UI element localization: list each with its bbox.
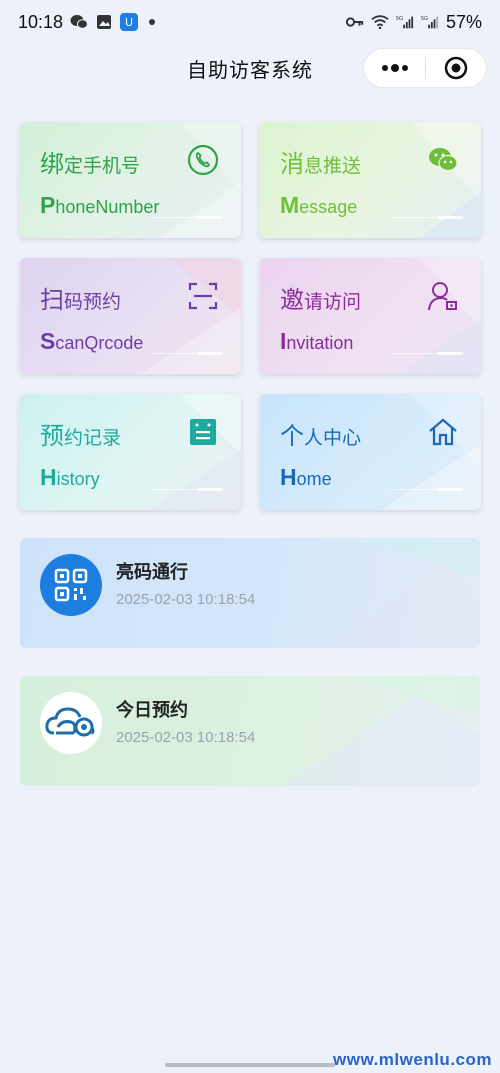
tile-title-cn: 邀请访问 [280,286,362,314]
card-timestamp: 2025-02-03 10:18:54 [116,591,256,608]
tile-decoration [410,122,481,238]
card-timestamp: 2025-02-03 10:18:54 [116,729,256,746]
tile-booking-history[interactable]: 预约记录 History [20,394,241,510]
miniprogram-capsule [363,48,487,88]
list-icon [190,419,216,445]
tile-bar [197,352,223,355]
tile-title-en: Home [280,464,332,490]
status-time: 10:18 [18,11,64,32]
tile-invitation[interactable]: 邀请访问 Invitation [260,258,481,374]
svg-text:5G: 5G [396,16,403,22]
tile-bar [437,216,463,219]
nav-bar: 自助访客系统 [0,44,500,90]
card-title: 亮码通行 [116,562,188,583]
notification-dot [149,19,156,25]
wechat-icon [429,148,458,172]
tile-bar [437,352,463,355]
status-bar: 10:18 U 5G 5G 57% [0,0,500,44]
target-close-icon [444,56,468,80]
more-dots-icon [381,64,408,72]
qrcode-avatar [40,554,102,616]
status-bar-left: 10:18 U [18,11,156,33]
tile-scan-booking[interactable]: 扫码预约 ScanQrcode [20,258,241,374]
close-button[interactable] [426,48,486,88]
tile-decoration [160,122,241,238]
phone-icon [187,144,219,176]
user-badge-icon [428,282,457,311]
card-show-code-pass[interactable]: 亮码通行 2025-02-03 10:18:54 [20,538,480,648]
home-icon [429,418,457,446]
qrcode-icon [54,568,88,602]
tile-personal-center[interactable]: 个人中心 Home [260,394,481,510]
tile-bar [197,216,223,219]
tile-decoration [150,394,241,510]
scan-icon [188,282,218,310]
status-bar-right: 5G 5G 57% [345,11,482,33]
card-title: 今日预约 [116,700,188,721]
tile-message-push[interactable]: 消息推送 Message [260,122,481,238]
key-icon [345,13,364,31]
tile-title-en: Message [280,192,358,218]
tile-title-cn: 消息推送 [280,150,362,178]
tile-decoration [140,258,241,374]
app-badge-icon: U [120,13,139,31]
battery-level: 57% [445,11,482,32]
home-indicator[interactable] [165,1063,335,1067]
cloud-logo-icon [45,707,95,737]
tile-decoration [400,258,481,374]
tile-title-en: ScanQrcode [40,328,144,354]
cloud-logo-avatar [40,692,102,754]
tile-title-en: PhoneNumber [40,192,160,218]
wechat-icon [70,13,89,31]
tile-bar [197,488,223,491]
tile-title-cn: 扫码预约 [40,286,122,314]
tile-title-en: Invitation [280,328,354,354]
tile-bar [437,488,463,491]
tile-title-en: History [40,464,100,490]
tile-title-cn: 绑定手机号 [40,150,141,178]
card-today-booking[interactable]: 今日预约 2025-02-03 10:18:54 [20,676,480,786]
gallery-icon [95,13,113,31]
tile-title-cn: 个人中心 [280,422,362,450]
signal-5g-icon: 5G [396,13,414,31]
tile-bind-phone[interactable]: 绑定手机号 PhoneNumber [20,122,241,238]
more-button[interactable] [364,48,425,88]
watermark: www.mlwenlu.com [333,1050,492,1069]
tile-decoration [380,394,481,510]
wifi-icon [371,13,389,31]
svg-text:5G: 5G [421,16,428,22]
signal-5g-icon: 5G [421,13,439,31]
tile-title-cn: 预约记录 [40,422,122,450]
